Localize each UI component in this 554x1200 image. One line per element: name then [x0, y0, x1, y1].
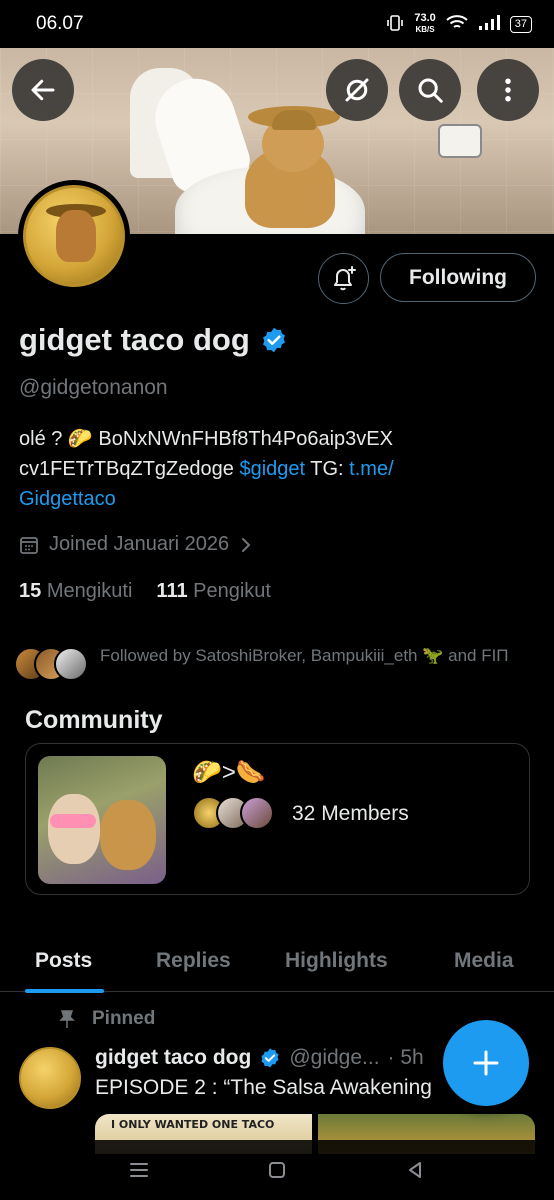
community-members-row: 32 Members: [192, 796, 409, 832]
search-button[interactable]: [399, 59, 461, 121]
following-label: Mengikuti: [46, 580, 133, 602]
follow-stats: 15 Mengikuti 111 Pengikut: [19, 580, 271, 603]
profile-avatar[interactable]: [18, 180, 130, 292]
status-time: 06.07: [36, 13, 84, 34]
community-card[interactable]: 🌮>🌭 32 Members: [25, 743, 530, 895]
more-vertical-icon: [505, 78, 511, 102]
followers-label: Pengikut: [193, 580, 271, 602]
tab-highlights[interactable]: Highlights: [285, 930, 388, 992]
follower-avatar: [54, 647, 88, 681]
status-icons: 73.0 KB/S 37: [386, 13, 532, 35]
profile-name-row: gidget taco dog: [19, 322, 288, 358]
followed-by-avatars: [14, 643, 92, 683]
community-section-title: Community: [25, 706, 163, 734]
system-navigation-bar: [0, 1140, 554, 1200]
battery-indicator: 37: [509, 15, 532, 33]
community-heart-glasses: [50, 814, 96, 828]
unfollow-slash-icon: [345, 78, 369, 102]
wifi-icon: [446, 14, 468, 34]
community-name: 🌮>🌭: [192, 759, 266, 786]
followed-by-text: Followed by SatoshiBroker, Bampukiii_eth…: [100, 646, 509, 665]
joined-date-row[interactable]: Joined Januari 2026: [19, 533, 253, 556]
tweet-author-avatar[interactable]: [19, 1047, 81, 1109]
display-name: gidget taco dog: [19, 322, 250, 357]
coin-dog: [56, 210, 96, 262]
followers-stat[interactable]: 111 Pengikut: [156, 580, 271, 603]
home-icon[interactable]: [265, 1158, 289, 1182]
plus-icon: [473, 1050, 499, 1076]
community-image: [38, 756, 166, 884]
arrow-left-icon: [31, 79, 55, 101]
tab-posts[interactable]: Posts: [24, 930, 105, 993]
joined-date: Joined Januari 2026: [49, 533, 230, 555]
following-stat[interactable]: 15 Mengikuti: [19, 580, 132, 603]
profile-bio: olé ? 🌮 BoNxNWnFHBf8Th4Po6aip3vEX cv1FET…: [19, 424, 539, 514]
avatar-coin-image: [23, 185, 125, 287]
tweet-author-handle: @gidge...: [289, 1046, 380, 1069]
following-count: 15: [19, 580, 42, 602]
search-icon: [418, 78, 443, 103]
recent-apps-icon[interactable]: [127, 1158, 151, 1182]
community-member-avatars: [192, 796, 278, 832]
banner-toilet-paper: [438, 124, 482, 158]
signal-icon: [478, 14, 500, 34]
community-members-count: 32 Members: [292, 802, 409, 825]
bell-plus-icon: [333, 265, 356, 290]
net-speed-value: 73.0: [414, 12, 436, 24]
back-button[interactable]: [12, 59, 74, 121]
unfollow-button[interactable]: [326, 59, 388, 121]
bio-line-1: olé ? 🌮 BoNxNWnFHBf8Th4Po6aip3vEX: [19, 428, 393, 450]
vibrate-icon: [386, 14, 404, 34]
bio-text: cv1FETrTBqZTgZedoge: [19, 458, 240, 480]
tweet-header: gidget taco dog @gidge... · 5h: [95, 1046, 424, 1070]
banner-dog-hat-crown: [272, 110, 316, 130]
calendar-icon: [20, 536, 38, 554]
bio-tg-label: TG:: [305, 458, 350, 480]
following-button[interactable]: Following: [380, 253, 536, 302]
pinned-indicator: Pinned: [58, 1008, 155, 1030]
telegram-link-start[interactable]: t.me/: [349, 458, 393, 480]
tab-media[interactable]: Media: [454, 930, 514, 992]
verified-badge-icon[interactable]: [260, 326, 288, 354]
pinned-label: Pinned: [92, 1008, 156, 1029]
community-dog-1: [48, 794, 100, 864]
network-speed: 73.0 KB/S: [414, 13, 435, 35]
pin-icon: [59, 1010, 75, 1028]
community-dog-2: [100, 800, 156, 870]
verified-badge-icon: [261, 1048, 279, 1068]
tweet-time: · 5h: [387, 1046, 424, 1069]
media-caption: I ONLY WANTED ONE TACO: [111, 1118, 275, 1131]
followers-count: 111: [156, 580, 188, 602]
tweet-author-name[interactable]: gidget taco dog: [95, 1046, 251, 1070]
status-bar: 06.07 73.0 KB/S 37: [0, 0, 554, 48]
tweet-text[interactable]: EPISODE 2 : “The Salsa Awakening: [95, 1076, 432, 1100]
chevron-right-icon: [242, 537, 251, 552]
more-options-button[interactable]: [477, 59, 539, 121]
profile-handle: @gidgetonanon: [19, 376, 168, 399]
cashtag-link[interactable]: $gidget: [239, 458, 305, 480]
bio-line-2: cv1FETrTBqZTgZedoge $gidget TG: t.me/: [19, 454, 539, 484]
net-speed-unit: KB/S: [415, 25, 435, 34]
tab-replies[interactable]: Replies: [156, 930, 231, 992]
notifications-button[interactable]: [318, 253, 369, 304]
profile-tabs: Posts Replies Highlights Media: [0, 930, 554, 993]
compose-button[interactable]: [443, 1020, 529, 1106]
back-nav-icon[interactable]: [403, 1158, 427, 1182]
telegram-link-end[interactable]: Gidgettaco: [19, 484, 539, 514]
member-avatar: [240, 796, 274, 830]
followed-by-row[interactable]: Followed by SatoshiBroker, Bampukiii_eth…: [14, 643, 520, 683]
